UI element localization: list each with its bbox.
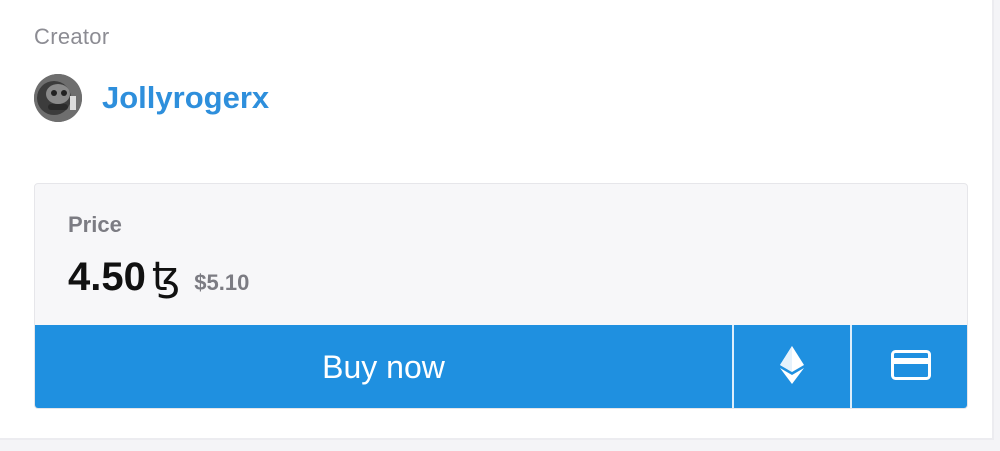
price-label: Price	[68, 212, 122, 237]
credit-card-icon	[890, 350, 931, 385]
price-row: 4.50 ꜩ $5.10	[68, 254, 249, 300]
pay-with-card-button[interactable]	[852, 325, 967, 408]
avatar[interactable]	[34, 74, 82, 122]
buy-now-button[interactable]: Buy now	[35, 325, 732, 408]
listing-card: Creator Jollyrogerx Price 4.50 ꜩ $5.10 B…	[0, 0, 994, 440]
price-box: Price 4.50 ꜩ $5.10 Buy now	[34, 183, 968, 409]
ethereum-icon	[780, 346, 804, 389]
price-fiat: $5.10	[194, 270, 250, 295]
creator-label: Creator	[34, 24, 110, 49]
creator-row: Jollyrogerx	[34, 74, 269, 122]
price-amount: 4.50	[68, 255, 146, 299]
pay-with-eth-button[interactable]	[734, 325, 850, 408]
tezos-symbol: ꜩ	[151, 254, 181, 300]
creator-name-link[interactable]: Jollyrogerx	[102, 80, 269, 116]
purchase-button-bar: Buy now	[35, 325, 967, 408]
